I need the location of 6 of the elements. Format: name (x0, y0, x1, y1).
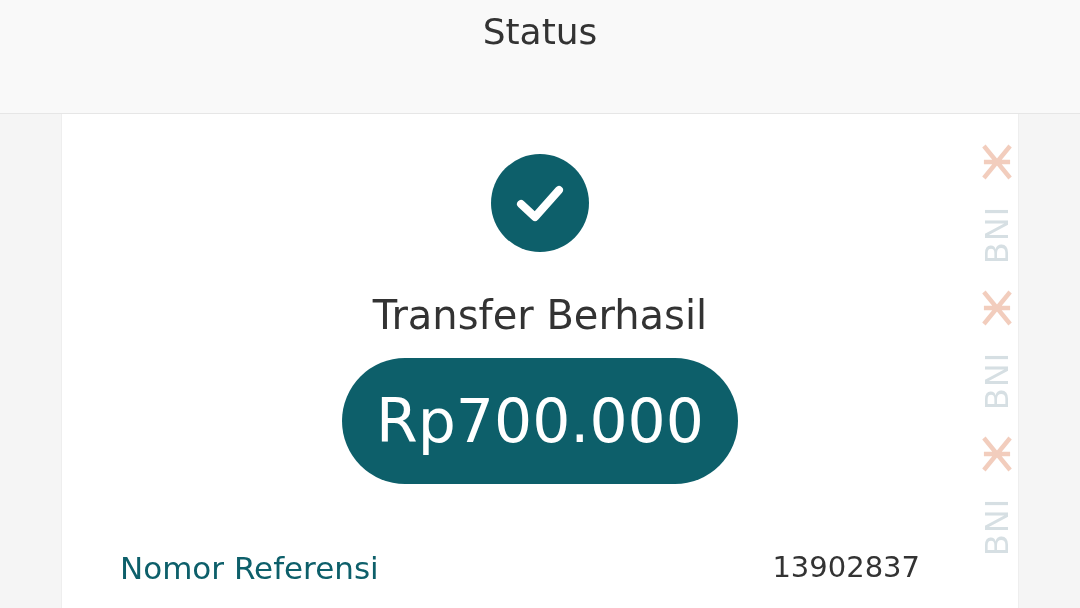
check-icon (491, 154, 589, 252)
status-title: Transfer Berhasil (372, 292, 708, 338)
detail-value: 13902837 (772, 550, 920, 586)
detail-label: Nomor Referensi (120, 550, 379, 586)
page-title: Status (482, 10, 598, 54)
amount-badge: Rp700.000 (342, 358, 738, 484)
